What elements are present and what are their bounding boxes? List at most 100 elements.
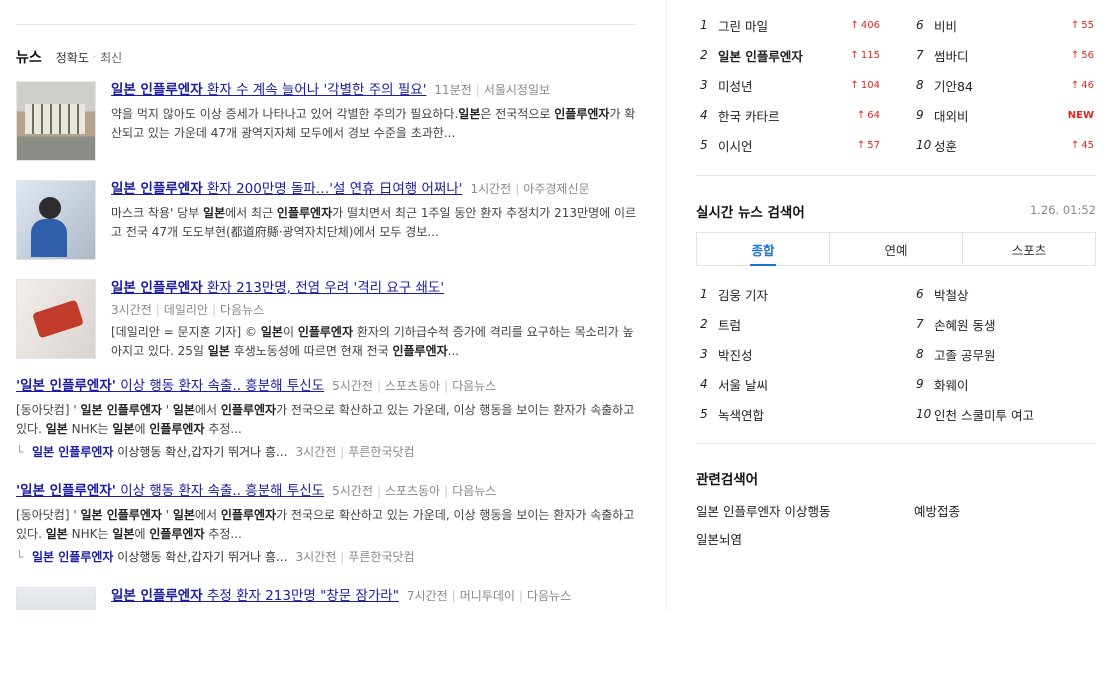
rank-keyword[interactable]: 한국 카타르 <box>718 106 836 125</box>
news-source[interactable]: 서울시정일보 <box>484 83 550 97</box>
realtime-keyword[interactable]: 박진성 <box>718 345 900 364</box>
trending-item[interactable]: 3 미성년 ↑ 104 <box>700 75 880 95</box>
rank-keyword[interactable]: 일본 인플루엔자 <box>718 46 836 65</box>
sort-accuracy[interactable]: 정확도 <box>56 49 89 66</box>
rank-keyword[interactable]: 기안84 <box>934 76 1050 95</box>
news-description: [데일리안 = 문지훈 기자] © 일본이 인플루엔자 환자의 기하급수적 증가… <box>111 325 634 358</box>
rank-keyword[interactable]: 성훈 <box>934 136 1050 155</box>
news-section-title: 뉴스 <box>16 50 42 66</box>
realtime-item[interactable]: 10 인천 스쿨미투 여고 <box>916 404 1096 424</box>
rank-keyword[interactable]: 그린 마일 <box>718 16 836 35</box>
news-portal-link[interactable]: 다음뉴스 <box>220 303 264 317</box>
rank-change: ↑ 406 <box>850 19 880 31</box>
related-keyword[interactable]: 일본 인플루엔자 이상행동 <box>696 501 830 520</box>
news-item: 일본 인플루엔자 환자 수 계속 늘어나 '각별한 주의 필요' 11분전 | 서울… <box>16 81 638 161</box>
news-description: [동아닷컴] ' 일본 인플루엔자 ' 일본에서 인플루엔자가 전국으로 확산하… <box>16 403 635 436</box>
related-keyword[interactable]: 예방접종 <box>914 501 960 520</box>
news-thumbnail[interactable] <box>16 81 96 161</box>
rank-change: ↑ 56 <box>1070 49 1094 61</box>
trending-item[interactable]: 7 썸바디 ↑ 56 <box>916 45 1094 65</box>
news-source[interactable]: 스포츠동아 <box>385 484 440 498</box>
realtime-keyword[interactable]: 인천 스쿨미투 여고 <box>934 405 1096 424</box>
realtime-keyword[interactable]: 손혜원 동생 <box>934 315 1096 334</box>
sort-separator: · <box>92 51 97 63</box>
rank-number: 9 <box>916 377 924 391</box>
rank-keyword[interactable]: 비비 <box>934 16 1050 35</box>
news-portal-link[interactable]: 다음뉴스 <box>452 484 496 498</box>
news-source[interactable]: 푸른한국닷컴 <box>348 550 414 564</box>
realtime-keyword[interactable]: 화웨이 <box>934 375 1096 394</box>
news-thumbnail[interactable] <box>16 587 96 610</box>
realtime-item[interactable]: 9 화웨이 <box>916 374 1096 394</box>
realtime-item[interactable]: 8 고졸 공무원 <box>916 344 1096 364</box>
news-description: 약을 먹지 않아도 이상 증세가 나타나고 있어 각별한 주의가 필요하다.일본… <box>111 107 636 140</box>
rank-number: 5 <box>700 407 708 421</box>
rank-number: 4 <box>700 108 708 122</box>
trending-item[interactable]: 8 기안84 ↑ 46 <box>916 75 1094 95</box>
realtime-item[interactable]: 5 녹색연합 <box>700 404 900 424</box>
realtime-item[interactable]: 7 손혜원 동생 <box>916 314 1096 334</box>
realtime-keyword[interactable]: 서울 날씨 <box>718 375 900 394</box>
news-thumbnail[interactable] <box>16 180 96 260</box>
realtime-keyword[interactable]: 고졸 공무원 <box>934 345 1096 364</box>
realtime-keyword[interactable]: 김웅 기자 <box>718 285 900 304</box>
news-source[interactable]: 데일리안 <box>164 303 208 317</box>
sidebar: 1 그린 마일 ↑ 406 2 일본 인플루엔자 ↑ 115 3 미성년 ↑ 104 4 한국 카타르 ↑ 6… <box>696 0 1096 610</box>
divider <box>16 24 636 25</box>
rank-keyword[interactable]: 미성년 <box>718 76 836 95</box>
news-title-link[interactable]: 일본 인플루엔자 환자 200만명 돌파…'설 연휴 日여행 어쩌나' <box>111 180 462 198</box>
rank-number: 5 <box>700 138 708 152</box>
tab-general[interactable]: 종합 <box>697 233 829 266</box>
trending-item[interactable]: 9 대외비 NEW <box>916 105 1094 125</box>
realtime-item[interactable]: 1 김웅 기자 <box>700 284 900 304</box>
trending-item[interactable]: 5 이시언 ↑ 57 <box>700 135 880 155</box>
related-keyword[interactable]: 일본뇌염 <box>696 529 742 548</box>
trending-item[interactable]: 6 비비 ↑ 55 <box>916 15 1094 35</box>
news-time: 5시간전 <box>332 379 373 393</box>
trending-item[interactable]: 1 그린 마일 ↑ 406 <box>700 15 880 35</box>
rank-keyword[interactable]: 썸바디 <box>934 46 1050 65</box>
trending-item[interactable]: 4 한국 카타르 ↑ 64 <box>700 105 880 125</box>
sort-latest[interactable]: 최신 <box>100 49 122 66</box>
rank-keyword[interactable]: 대외비 <box>934 106 1050 125</box>
news-thumbnail[interactable] <box>16 279 96 359</box>
realtime-item[interactable]: 6 박철상 <box>916 284 1096 304</box>
news-title-link[interactable]: 일본 인플루엔자 추정 환자 213만명 "창문 잠가라" <box>111 587 399 605</box>
news-item: 일본 인플루엔자 추정 환자 213만명 "창문 잠가라" 7시간전 | 머니투데이… <box>16 587 638 610</box>
rank-number: 6 <box>916 18 924 32</box>
rank-keyword[interactable]: 이시언 <box>718 136 836 155</box>
trending-item[interactable]: 2 일본 인플루엔자 ↑ 115 <box>700 45 880 65</box>
news-title-link[interactable]: 일본 인플루엔자 환자 수 계속 늘어나 '각별한 주의 필요' <box>111 81 426 99</box>
news-portal-link[interactable]: 다음뉴스 <box>452 379 496 393</box>
news-portal-link[interactable]: 다음뉴스 <box>527 589 571 603</box>
news-source[interactable]: 머니투데이 <box>460 589 515 603</box>
tab-entertainment[interactable]: 연예 <box>829 233 962 265</box>
news-source[interactable]: 푸른한국닷컴 <box>348 445 414 459</box>
rank-number: 8 <box>916 347 924 361</box>
realtime-tabs: 종합 연예 스포츠 <box>696 232 1096 266</box>
related-article-link[interactable]: 일본 인플루엔자 이상행동 확산,갑자기 뛰거나 흥... <box>32 548 288 565</box>
up-arrow-icon: ↑ <box>856 139 866 151</box>
news-source[interactable]: 스포츠동아 <box>385 379 440 393</box>
news-source[interactable]: 아주경제신문 <box>523 182 589 196</box>
related-article-link[interactable]: 일본 인플루엔자 이상행동 확산,갑자기 뛰거나 흥... <box>32 443 288 460</box>
rank-change: ↑ 46 <box>1070 79 1094 91</box>
news-title-link[interactable]: '일본 인플루엔자' 이상 행동 환자 속출.. 흥분해 투신도 <box>16 377 324 395</box>
realtime-item[interactable]: 4 서울 날씨 <box>700 374 900 394</box>
realtime-item[interactable]: 2 트럼 <box>700 314 900 334</box>
news-item: '일본 인플루엔자' 이상 행동 환자 속출.. 흥분해 투신도 5시간전 | 스포… <box>16 377 638 467</box>
news-time: 3시간전 <box>295 550 337 564</box>
rank-number: 7 <box>916 317 924 331</box>
news-title-link[interactable]: '일본 인플루엔자' 이상 행동 환자 속출.. 흥분해 투신도 <box>16 482 324 500</box>
related-article: └ 일본 인플루엔자 이상행동 확산,갑자기 뛰거나 흥... 3시간전 | 푸른한… <box>16 548 415 565</box>
tab-sports[interactable]: 스포츠 <box>962 233 1095 265</box>
realtime-keyword[interactable]: 녹색연합 <box>718 405 900 424</box>
rank-change: ↑ 57 <box>856 139 880 151</box>
realtime-item[interactable]: 3 박진성 <box>700 344 900 364</box>
rank-change: ↑ 104 <box>850 79 880 91</box>
trending-item[interactable]: 10 성훈 ↑ 45 <box>916 135 1094 155</box>
realtime-keyword[interactable]: 박철상 <box>934 285 1096 304</box>
news-title-link[interactable]: 일본 인플루엔자 환자 213만명, 전염 우려 '격리 요구 쇄도' <box>111 279 444 297</box>
realtime-keyword[interactable]: 트럼 <box>718 315 900 334</box>
news-time: 1시간전 <box>470 182 512 196</box>
